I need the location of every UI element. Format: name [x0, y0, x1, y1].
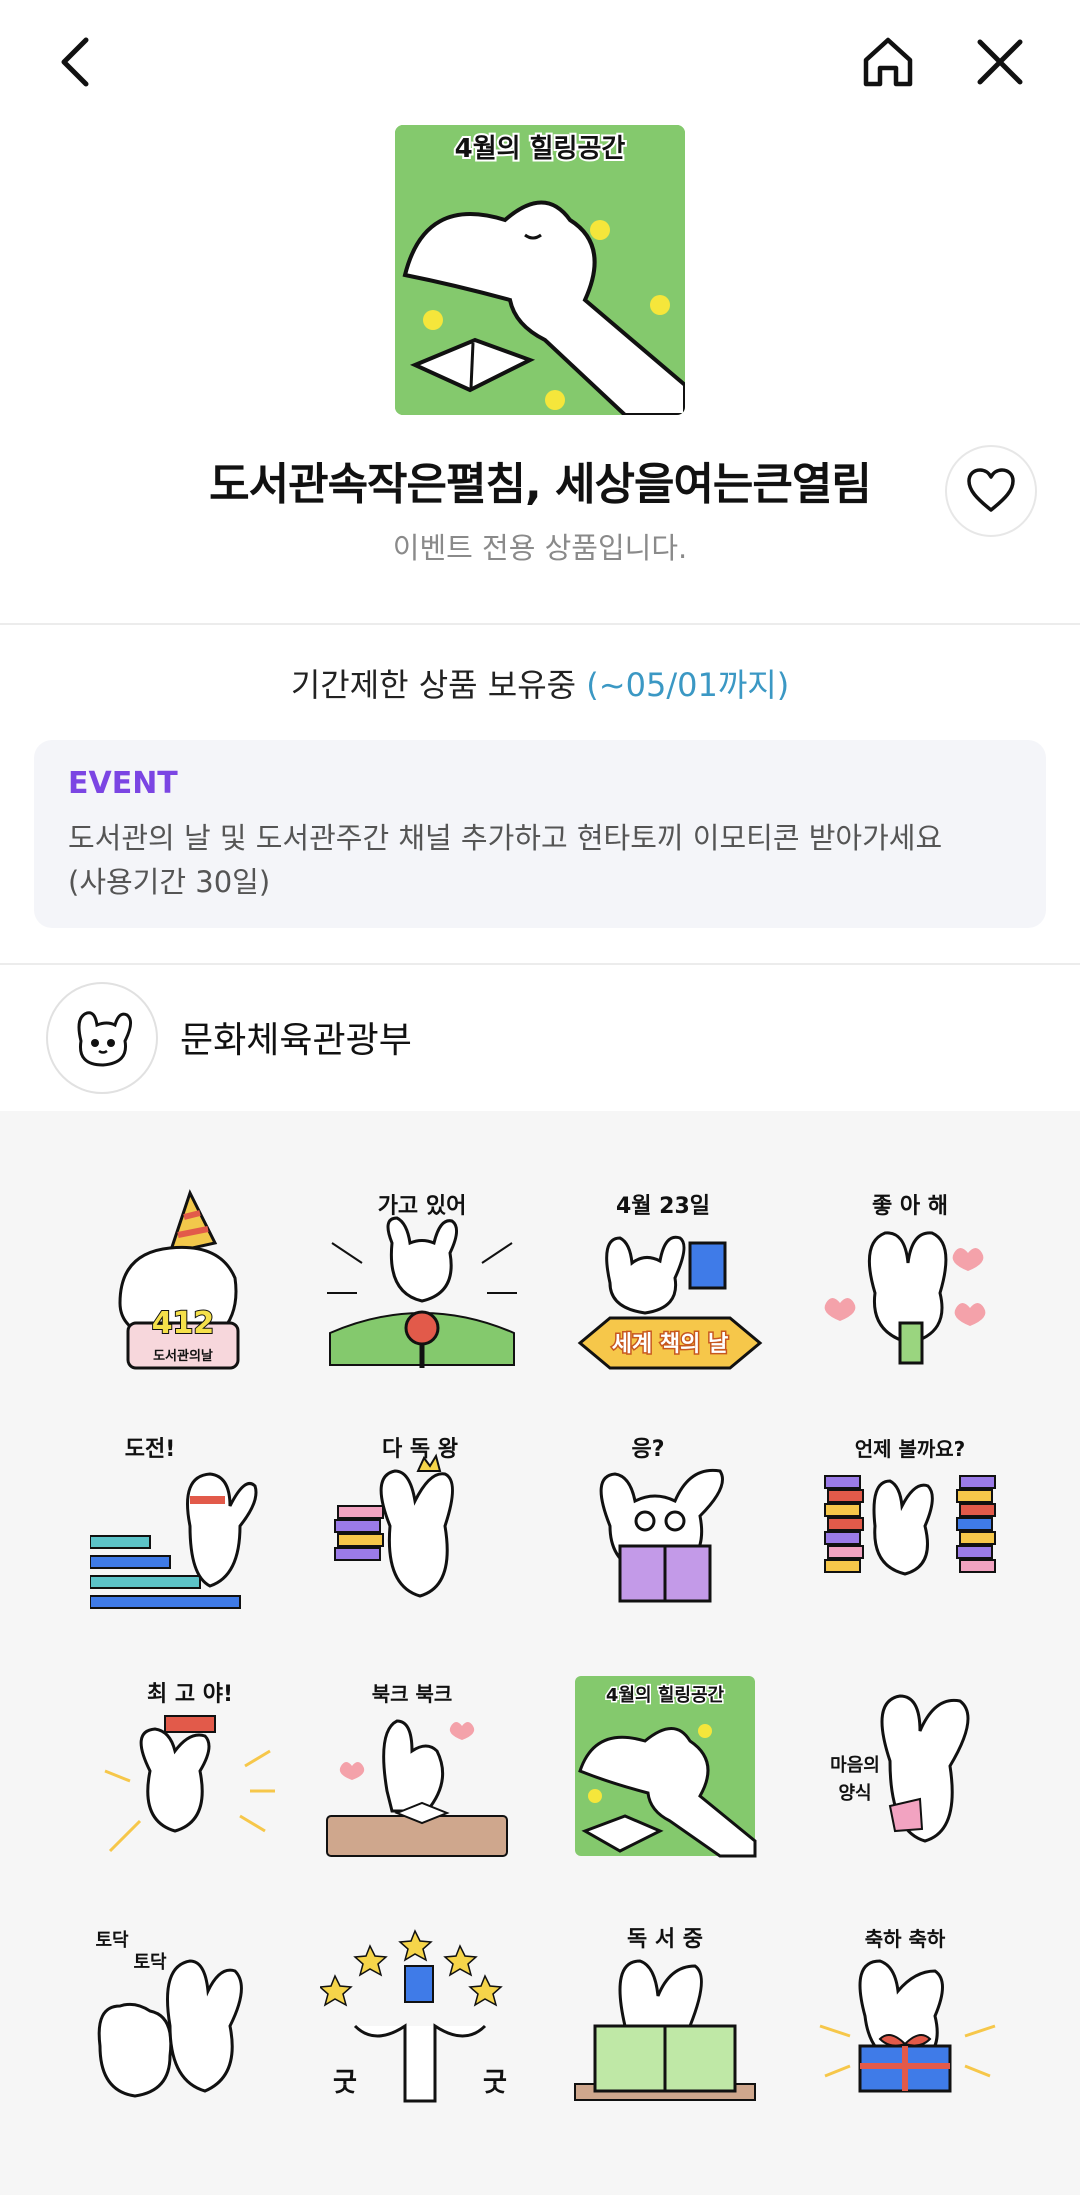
- sticker-sub: 굿: [483, 2068, 507, 2098]
- favorite-button[interactable]: [945, 445, 1037, 537]
- product-thumbnail: 4월의 힐링공간: [395, 125, 685, 415]
- sticker-when-meet-image: 언제 볼까요?: [824, 1437, 996, 1576]
- heart-icon: [967, 468, 1015, 512]
- channel-avatar: [46, 982, 158, 1094]
- sticker-caption: 북크 북크: [372, 1682, 453, 1706]
- rabbit-avatar-icon: [77, 1011, 132, 1067]
- sticker-caption: 최 고 야!: [147, 1682, 233, 1707]
- limited-period-notice: 기간제한 상품 보유중 (~05/01까지): [0, 660, 1080, 706]
- chevron-left-icon: [61, 37, 89, 87]
- top-bar: [0, 0, 1080, 120]
- sticker-on-my-way-image: 가고 있어: [327, 1194, 517, 1368]
- channel-row[interactable]: 문화체육관광부: [0, 965, 1080, 1110]
- sticker-caption: 굿: [333, 2068, 357, 2098]
- event-tag: EVENT: [68, 766, 178, 801]
- sticker-caption: 4월 23일: [616, 1194, 710, 1219]
- thumbnail-caption: 4월의 힐링공간: [455, 134, 626, 164]
- sticker-world-book-day[interactable]: 4월 23일 세계 책의 날: [570, 1183, 770, 1383]
- close-icon: [977, 39, 1023, 85]
- sticker-grid: 412 도서관의날 가고 있어 4월 23일 세계 책의 날 좋 아 해 도전!…: [0, 1111, 1080, 2195]
- sticker-caption: 다 독 왕: [382, 1437, 458, 1462]
- sticker-caption: 토닥: [95, 1930, 129, 1951]
- sticker-challenge-image: 도전!: [90, 1437, 258, 1609]
- sticker-congrats-image: 축하 축하: [819, 1927, 996, 2093]
- sticker-congrats[interactable]: 축하 축하: [810, 1916, 1010, 2116]
- sticker-good-good-image: 굿 굿: [320, 1929, 507, 2103]
- home-button[interactable]: [848, 22, 928, 102]
- close-button[interactable]: [960, 22, 1040, 102]
- product-title: 도서관속작은펼침, 세상을여는큰열림: [209, 459, 872, 510]
- sticker-pat-pat[interactable]: 토닥 토닥: [90, 1916, 290, 2116]
- sticker-world-book-day-image: 4월 23일 세계 책의 날: [577, 1194, 763, 1370]
- sticker-healing-space-image: 4월의 힐링공간: [575, 1676, 757, 1858]
- sticker-on-my-way[interactable]: 가고 있어: [322, 1183, 522, 1383]
- sticker-pat-pat-image: 토닥 토닥: [95, 1930, 243, 2098]
- sticker-birthday[interactable]: 412 도서관의날: [100, 1183, 300, 1383]
- sticker-huh-image: 응?: [599, 1437, 724, 1603]
- sticker-book-book[interactable]: 북크 북크: [322, 1671, 522, 1871]
- sticker-reading-image: 독 서 중: [574, 1927, 756, 2101]
- product-subtitle: 이벤트 전용 상품입니다.: [392, 531, 688, 565]
- channel-name: 문화체육관광부: [180, 1020, 412, 1061]
- sticker-the-best[interactable]: 최 고 야!: [90, 1671, 290, 1871]
- sticker-caption: 4월의 힐링공간: [606, 1684, 725, 1706]
- sticker-food-for-mind-image: 마음의 양식: [830, 1694, 970, 1843]
- sticker-caption: 응?: [631, 1437, 664, 1462]
- sticker-caption: 412: [152, 1306, 215, 1341]
- sticker-healing-space[interactable]: 4월의 힐링공간: [570, 1671, 770, 1871]
- sticker-book-king-image: 다 독 왕: [334, 1437, 458, 1598]
- sticker-the-best-image: 최 고 야!: [104, 1682, 275, 1853]
- sticker-caption: 축하 축하: [865, 1927, 946, 1951]
- sticker-caption: 마음의: [830, 1755, 880, 1776]
- sticker-when-meet[interactable]: 언제 볼까요?: [810, 1426, 1010, 1626]
- event-line-2: (사용기간 30일): [68, 865, 271, 899]
- sticker-sub: 양식: [838, 1783, 871, 1804]
- sticker-caption: 도전!: [125, 1437, 176, 1462]
- sticker-like-you[interactable]: 좋 아 해: [810, 1183, 1010, 1383]
- sticker-huh[interactable]: 응?: [570, 1426, 770, 1626]
- sticker-caption: 가고 있어: [378, 1194, 467, 1219]
- sticker-reading[interactable]: 독 서 중: [570, 1916, 770, 2116]
- sticker-challenge[interactable]: 도전!: [90, 1426, 290, 1626]
- healing-rabbit-illustration: 4월의 힐링공간: [395, 125, 685, 415]
- sticker-sub: 세계 책의 날: [612, 1332, 729, 1357]
- sticker-book-book-image: 북크 북크: [326, 1682, 508, 1857]
- home-icon: [863, 37, 913, 87]
- limit-text: 기간제한 상품 보유중: [290, 666, 587, 704]
- sticker-good-good[interactable]: 굿 굿: [320, 1916, 520, 2116]
- back-button[interactable]: [36, 22, 116, 102]
- event-line-1: 도서관의 날 및 도서관주간 채널 추가하고 현타토끼 이모티콘 받아가세요: [68, 821, 943, 855]
- sticker-caption: 좋 아 해: [872, 1194, 948, 1219]
- sticker-book-king[interactable]: 다 독 왕: [320, 1426, 520, 1626]
- event-description: 도서관의 날 및 도서관주간 채널 추가하고 현타토끼 이모티콘 받아가세요 (…: [68, 816, 1018, 904]
- event-banner: EVENT 도서관의 날 및 도서관주간 채널 추가하고 현타토끼 이모티콘 받…: [34, 740, 1046, 928]
- sticker-food-for-mind[interactable]: 마음의 양식: [810, 1671, 1010, 1871]
- sticker-birthday-image: 412 도서관의날: [118, 1189, 240, 1370]
- section-divider: [0, 623, 1080, 625]
- sticker-sub: 토닥: [133, 1952, 167, 1973]
- sticker-caption: 언제 볼까요?: [855, 1437, 966, 1461]
- limit-date: (~05/01까지): [586, 666, 790, 704]
- sticker-like-you-image: 좋 아 해: [824, 1194, 986, 1365]
- sticker-sub: 도서관의날: [153, 1348, 213, 1364]
- sticker-caption: 독 서 중: [627, 1927, 703, 1952]
